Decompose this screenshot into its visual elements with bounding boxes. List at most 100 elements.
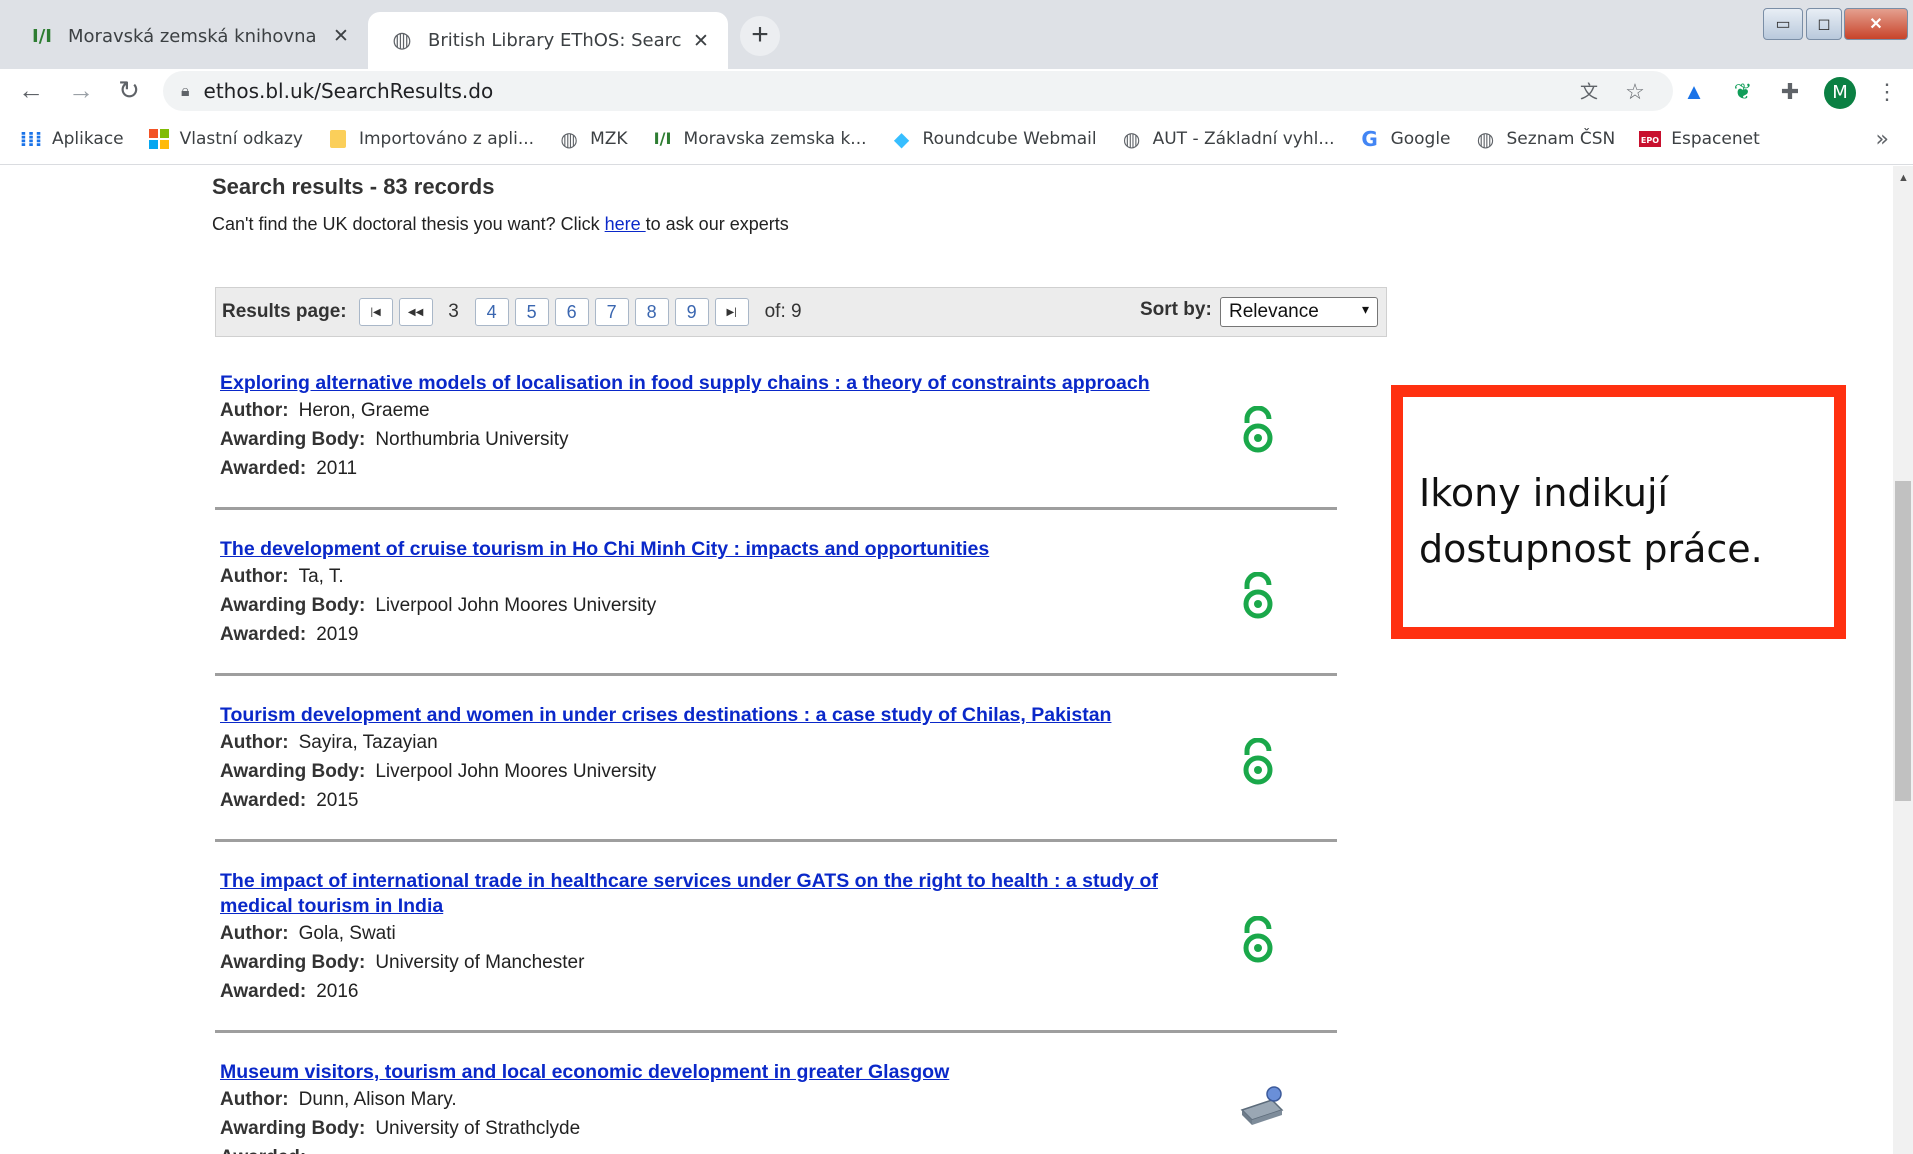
reload-icon[interactable]: ↻: [112, 73, 146, 107]
scroll-up-arrow-icon[interactable]: ▲: [1898, 172, 1909, 184]
result-divider: [215, 673, 1337, 676]
tab-mzk[interactable]: I/I Moravská zemská knihovna v Brn ✕: [8, 12, 368, 60]
bookmark-seznam-csn[interactable]: ◍ Seznam ČSN: [1475, 127, 1615, 151]
bookmark-aut[interactable]: ◍ AUT - Základní vyhl...: [1121, 126, 1335, 151]
page-scrollbar[interactable]: ▲: [1893, 166, 1913, 1154]
ask-experts-note: Can't find the UK doctoral thesis you wa…: [212, 214, 789, 235]
current-page: 3: [448, 301, 459, 322]
open-access-icon[interactable]: [1238, 406, 1278, 456]
result-awarding-body: Awarding Body: Liverpool John Moores Univ…: [220, 591, 1335, 620]
result-awarded: Awarded: 2011: [220, 454, 1335, 483]
field-label: Author:: [220, 1089, 289, 1110]
tab-strip: I/I Moravská zemská knihovna v Brn ✕ ◍ B…: [0, 0, 1913, 69]
new-tab-button[interactable]: +: [740, 16, 780, 56]
extension-cap-icon[interactable]: ▲: [1679, 77, 1709, 107]
bookmarks-bar: ⁞⁞⁞ Aplikace Vlastní odkazy Importováno …: [0, 113, 1913, 165]
profile-avatar[interactable]: M: [1824, 77, 1856, 109]
field-value: Sayira, Tazayian: [298, 732, 438, 753]
roundcube-icon: ◆: [893, 126, 910, 151]
address-bar[interactable]: 🔒︎ ethos.bl.uk/SearchResults.do: [163, 71, 1673, 111]
tab-ethos[interactable]: ◍ British Library EThOS: Search Res ✕: [368, 12, 728, 69]
back-arrow-icon[interactable]: ←: [14, 73, 48, 107]
result-author: Author: Dunn, Alison Mary.: [220, 1085, 1335, 1114]
result-title-link[interactable]: Exploring alternative models of localisa…: [220, 371, 1220, 396]
apps-grid-icon: ⁞⁞⁞: [19, 126, 43, 151]
field-label: Awarding Body:: [220, 952, 366, 973]
field-label: Awarded:: [220, 790, 307, 811]
field-label: Awarding Body:: [220, 761, 366, 782]
bookmark-label: Vlastní odkazy: [179, 128, 303, 149]
result-divider: [215, 839, 1337, 842]
bookmark-google[interactable]: G Google: [1359, 127, 1450, 151]
field-value: 2011: [316, 458, 358, 479]
browser-toolbar: ← → ↻ 🔒︎ ethos.bl.uk/SearchResults.do 文 …: [0, 69, 1913, 113]
bookmark-label: Roundcube Webmail: [922, 128, 1097, 149]
more-bookmarks-icon[interactable]: »: [1876, 127, 1889, 152]
result-awarding-body: Awarding Body: Liverpool John Moores Univ…: [220, 757, 1335, 786]
bookmark-espacenet[interactable]: EPO Espacenet: [1639, 128, 1760, 150]
first-page-button[interactable]: |◀: [358, 298, 393, 326]
lock-icon: 🔒︎: [181, 81, 190, 100]
extension-leaf-icon[interactable]: ❦: [1728, 77, 1758, 107]
close-icon[interactable]: ✕: [690, 30, 712, 52]
extensions-puzzle-icon[interactable]: ✚: [1775, 77, 1805, 107]
field-value: Liverpool John Moores University: [375, 761, 657, 782]
result-item: The development of cruise tourism in Ho …: [220, 537, 1335, 649]
scan-request-icon[interactable]: [1238, 1084, 1286, 1134]
bookmark-apps[interactable]: ⁞⁞⁞ Aplikace: [19, 126, 124, 151]
chevron-down-icon: ▾: [1361, 301, 1369, 317]
note-text: Can't find the UK doctoral thesis you wa…: [212, 214, 605, 234]
sort-select[interactable]: Relevance ▾: [1220, 297, 1378, 327]
open-access-icon[interactable]: [1238, 738, 1278, 788]
maximize-button[interactable]: ◻: [1806, 8, 1842, 40]
pager-label: Results page:: [222, 301, 347, 322]
result-title-link[interactable]: Museum visitors, tourism and local econo…: [220, 1060, 1220, 1085]
result-awarding-body: Awarding Body: University of Manchester: [220, 948, 1335, 977]
bookmark-moravska[interactable]: I/I Moravska zemska k...: [652, 128, 867, 150]
translate-icon[interactable]: 文: [1574, 77, 1604, 107]
callout-text: Ikony indikují dostupnost práce.: [1419, 471, 1763, 571]
field-value: Liverpool John Moores University: [375, 595, 657, 616]
field-value: 2016: [316, 981, 359, 1002]
field-value: 2019: [316, 624, 359, 645]
window-close-button[interactable]: ✕: [1844, 8, 1908, 40]
result-title-link[interactable]: The impact of international trade in hea…: [220, 869, 1220, 919]
minimize-button[interactable]: ▭: [1763, 8, 1803, 40]
page-button[interactable]: 8: [634, 298, 669, 326]
page-button[interactable]: 4: [474, 298, 509, 326]
bookmark-importovano[interactable]: Importováno z apli...: [327, 128, 534, 150]
result-item: Tourism development and women in under c…: [220, 703, 1335, 815]
last-page-button[interactable]: ▶|: [714, 298, 749, 326]
url-text: ethos.bl.uk/SearchResults.do: [203, 79, 494, 103]
globe-icon: ◍: [392, 28, 412, 53]
globe-icon: ◍: [1122, 126, 1141, 151]
open-access-icon[interactable]: [1238, 916, 1278, 966]
forward-arrow-icon[interactable]: →: [64, 73, 98, 107]
result-awarded: Awarded: 2016: [220, 977, 1335, 1006]
field-value: University of Strathclyde: [375, 1118, 581, 1139]
page-button[interactable]: 5: [514, 298, 549, 326]
results-pager: Results page: |◀ ◀◀ 3 4 5 6 7 8 9 ▶| of:…: [215, 287, 1387, 337]
globe-icon: ◍: [560, 126, 578, 151]
page-button[interactable]: 9: [674, 298, 709, 326]
result-title-link[interactable]: The development of cruise tourism in Ho …: [220, 537, 1220, 562]
ask-experts-link[interactable]: here: [605, 214, 646, 234]
page-button[interactable]: 7: [594, 298, 629, 326]
open-access-icon[interactable]: [1238, 572, 1278, 622]
page-button[interactable]: 6: [554, 298, 589, 326]
field-value: 2015: [316, 790, 359, 811]
annotation-callout: Ikony indikují dostupnost práce.: [1391, 385, 1846, 639]
scrollbar-thumb[interactable]: [1895, 481, 1911, 801]
bookmark-mzk[interactable]: ◍ MZK: [558, 126, 627, 151]
bookmark-star-icon[interactable]: ☆: [1620, 77, 1650, 107]
bookmark-roundcube[interactable]: ◆ Roundcube Webmail: [891, 126, 1097, 151]
result-item: Exploring alternative models of localisa…: [220, 371, 1335, 483]
result-title-link[interactable]: Tourism development and women in under c…: [220, 703, 1220, 728]
close-icon[interactable]: ✕: [330, 25, 352, 47]
result-divider: [215, 1030, 1337, 1033]
note-text: to ask our experts: [645, 214, 789, 234]
result-awarding-body: Awarding Body: University of Strathclyde: [220, 1114, 1335, 1143]
menu-kebab-icon[interactable]: ⋮: [1872, 77, 1902, 107]
previous-page-button[interactable]: ◀◀: [398, 298, 433, 326]
bookmark-vlastni-odkazy[interactable]: Vlastní odkazy: [148, 128, 303, 150]
